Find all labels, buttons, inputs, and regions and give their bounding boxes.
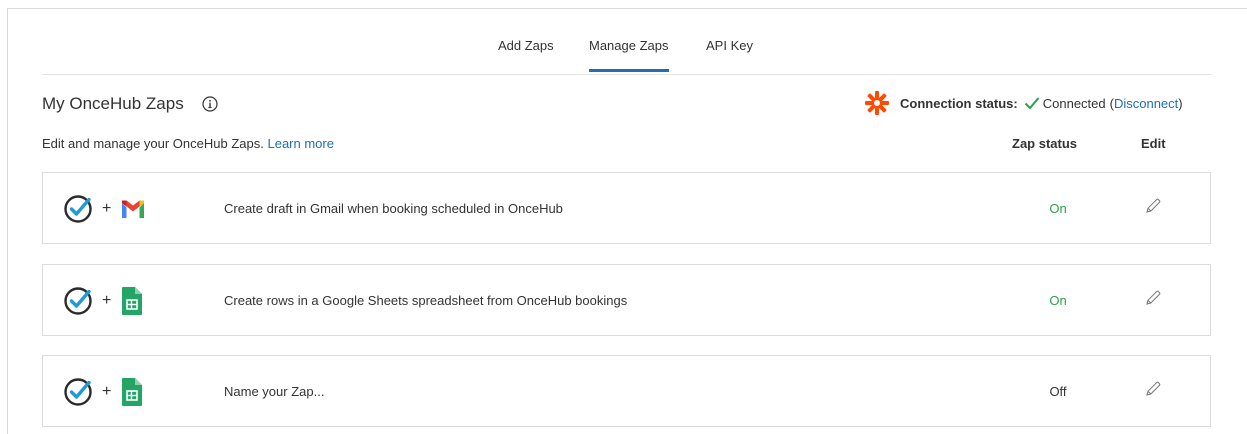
zap-app-icons: + — [63, 285, 143, 317]
tab-api-key[interactable]: API Key — [706, 39, 753, 69]
disconnect-link[interactable]: Disconnect — [1114, 96, 1178, 111]
plus-sign: + — [102, 292, 112, 309]
oncehub-check-icon — [64, 287, 92, 315]
connection-state: Connected — [1042, 95, 1106, 111]
zap-row: + Create rows in a Google Sheets spreads… — [42, 264, 1211, 336]
gmail-icon — [122, 200, 145, 218]
plus-sign: + — [102, 200, 112, 217]
zap-status[interactable]: On — [1028, 293, 1088, 308]
pencil-icon[interactable] — [1144, 380, 1162, 398]
oncehub-check-icon — [64, 195, 92, 223]
close-paren: ) — [1178, 95, 1183, 111]
column-header-zap-status: Zap status — [1012, 136, 1078, 151]
zap-name[interactable]: Create rows in a Google Sheets spreadshe… — [224, 293, 627, 308]
zap-app-icons: + — [63, 376, 143, 408]
zap-app-icons: + — [63, 193, 145, 225]
zap-row: + Create draft in Gmail when booking sch… — [42, 172, 1211, 244]
column-header-edit: Edit — [1141, 136, 1166, 151]
subtitle-text: Edit and manage your OnceHub Zaps. — [42, 136, 264, 151]
zap-status[interactable]: On — [1028, 201, 1088, 216]
plus-sign: + — [102, 383, 112, 400]
info-circle-icon[interactable] — [202, 96, 218, 112]
tab-add-zaps[interactable]: Add Zaps — [498, 39, 554, 69]
tab-manage-zaps[interactable]: Manage Zaps — [589, 39, 669, 72]
learn-more-link[interactable]: Learn more — [267, 136, 333, 151]
zap-row: + Name your Zap... Off — [42, 355, 1211, 427]
page-title: My OnceHub Zaps — [42, 94, 184, 113]
google-sheets-icon — [122, 287, 143, 315]
page-subtitle: Edit and manage your OnceHub Zaps. Learn… — [42, 136, 334, 151]
zap-status[interactable]: Off — [1028, 384, 1088, 399]
tab-bar: Add Zaps Manage Zaps API Key — [42, 36, 1211, 75]
pencil-icon[interactable] — [1144, 289, 1162, 307]
connection-status: Connection status: Connected ( Disconnec… — [864, 90, 1183, 116]
google-sheets-icon — [122, 378, 143, 406]
zapier-logo-icon — [865, 91, 889, 115]
pencil-icon[interactable] — [1144, 197, 1162, 215]
zap-name[interactable]: Create draft in Gmail when booking sched… — [224, 201, 563, 216]
zap-name[interactable]: Name your Zap... — [224, 384, 324, 399]
connection-status-label: Connection status: — [900, 95, 1018, 111]
oncehub-check-icon — [64, 378, 92, 406]
check-icon — [1024, 97, 1039, 110]
